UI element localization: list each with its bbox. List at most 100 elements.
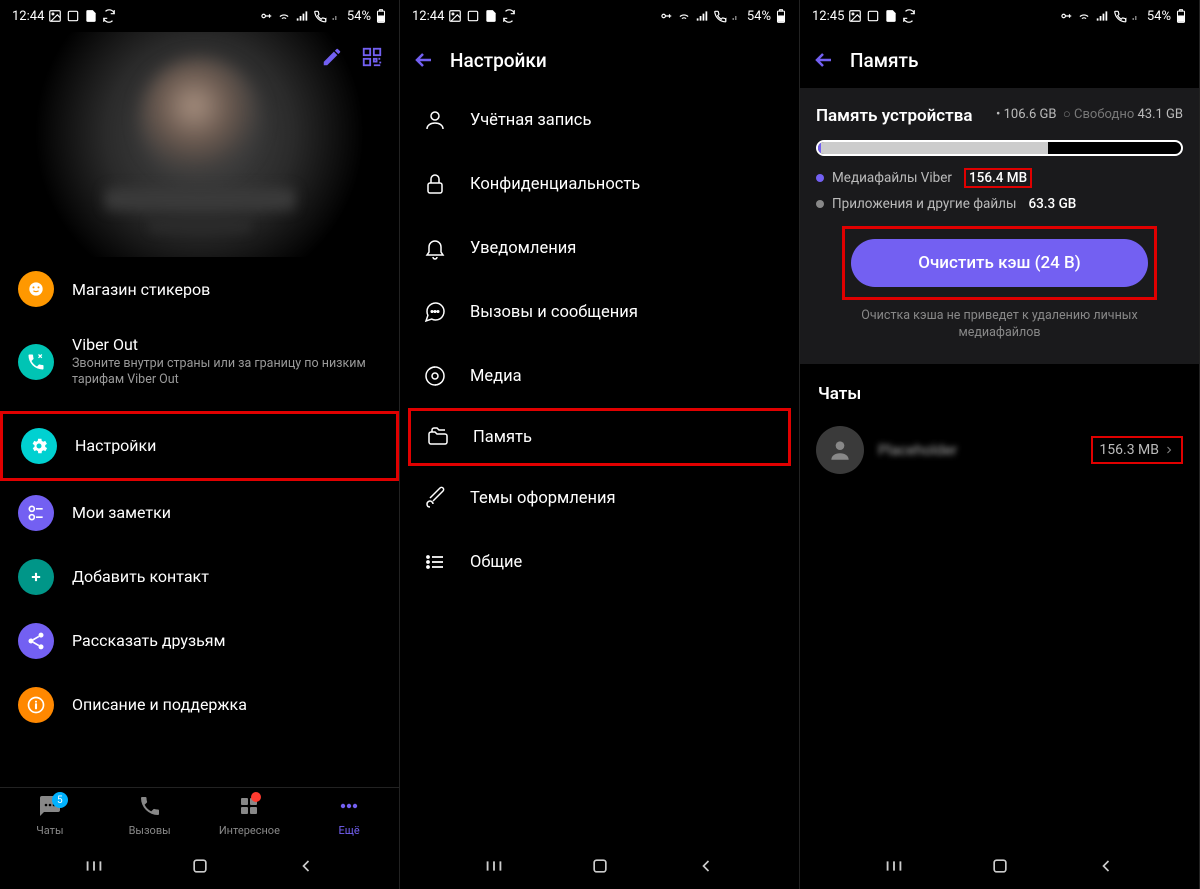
- setting-label: Уведомления: [470, 239, 576, 258]
- device-storage-panel: Память устройства • 106.6 GB ○ Свободно …: [800, 88, 1199, 364]
- volte-icon: [1113, 9, 1127, 23]
- chats-section-header: Чаты: [800, 364, 1199, 412]
- profile-name-blurred: [105, 188, 295, 210]
- vpn-icon: [259, 9, 273, 23]
- menu-add-contact[interactable]: Добавить контакт: [0, 545, 399, 609]
- setting-storage[interactable]: Память: [411, 411, 788, 463]
- phone-icon: [138, 794, 162, 821]
- share-icon: [18, 623, 54, 659]
- signal-icon: [1095, 9, 1109, 23]
- status-bar: 12:44 54%: [0, 0, 399, 32]
- viber-out-icon: [18, 344, 54, 380]
- qr-icon[interactable]: [361, 46, 383, 72]
- nav-more[interactable]: Ещё: [299, 788, 399, 843]
- dots-icon: [337, 794, 361, 821]
- setting-themes[interactable]: Темы оформления: [400, 466, 799, 530]
- profile-handle-blurred: [150, 218, 250, 232]
- viber-media-size-highlighted: 156.4 MB: [964, 168, 1032, 188]
- setting-account[interactable]: Учётная запись: [400, 88, 799, 152]
- menu-sticker-market[interactable]: Магазин стикеров: [0, 257, 399, 321]
- setting-notifications[interactable]: Уведомления: [400, 216, 799, 280]
- legend-apps: Приложения и другие файлы 63.3 GB: [816, 196, 1183, 212]
- page-title: Настройки: [450, 49, 547, 72]
- nav-chats[interactable]: 5 Чаты: [0, 788, 100, 843]
- lock-icon: [422, 172, 448, 196]
- app-bar: Настройки: [400, 32, 799, 88]
- storage-bar: [816, 140, 1183, 156]
- setting-general[interactable]: Общие: [400, 530, 799, 594]
- setting-media[interactable]: Медиа: [400, 344, 799, 408]
- profile-avatar[interactable]: [140, 58, 260, 178]
- profile-header: [0, 32, 399, 257]
- highlight-clear-cache: Очистить кэш (24 B): [842, 226, 1157, 300]
- menu-share[interactable]: Рассказать друзьям: [0, 609, 399, 673]
- add-contact-icon: [18, 559, 54, 595]
- bell-icon: [422, 236, 448, 260]
- menu-label: Описание и поддержка: [72, 695, 381, 714]
- nav-interesting[interactable]: Интересное: [200, 788, 300, 843]
- back-button[interactable]: [1096, 856, 1116, 876]
- edit-icon[interactable]: [321, 46, 343, 72]
- sync-icon: [502, 9, 516, 23]
- recent-apps-button[interactable]: [83, 855, 105, 877]
- nav-label: Чаты: [36, 824, 63, 837]
- menu-my-notes[interactable]: Мои заметки: [0, 481, 399, 545]
- info-icon: [18, 687, 54, 723]
- system-nav: [800, 843, 1199, 889]
- volte-icon: [313, 9, 327, 23]
- wifi-icon: [1077, 9, 1091, 23]
- nav-label: Вызовы: [129, 824, 171, 837]
- clear-cache-button[interactable]: Очистить кэш (24 B): [851, 239, 1148, 287]
- back-button[interactable]: [296, 856, 316, 876]
- menu-viber-out[interactable]: Viber Out Звоните внутри страны или за г…: [0, 321, 399, 403]
- home-button[interactable]: [990, 856, 1010, 876]
- list-icon: [422, 550, 448, 574]
- back-icon[interactable]: [412, 48, 436, 72]
- highlight-storage: Память: [408, 408, 791, 466]
- signal2-icon: [331, 10, 343, 22]
- image-icon: [848, 9, 862, 23]
- highlight-settings: Настройки: [0, 411, 399, 481]
- gallery-icon: [866, 9, 880, 23]
- nav-label: Ещё: [338, 824, 359, 837]
- image-icon: [448, 9, 462, 23]
- page-title: Память: [850, 49, 918, 72]
- menu-label: Мои заметки: [72, 503, 381, 522]
- setting-calls[interactable]: Вызовы и сообщения: [400, 280, 799, 344]
- setting-privacy[interactable]: Конфиденциальность: [400, 152, 799, 216]
- vpn-icon: [1059, 9, 1073, 23]
- battery-pct: 54%: [1147, 9, 1171, 24]
- menu-label: Viber Out: [72, 335, 381, 354]
- system-nav: [0, 843, 399, 889]
- home-button[interactable]: [590, 856, 610, 876]
- image-icon: [48, 9, 62, 23]
- recent-apps-button[interactable]: [483, 855, 505, 877]
- message-icon: [422, 300, 448, 324]
- chat-name-blurred: Placeholder: [878, 441, 1077, 459]
- gallery-icon: [466, 9, 480, 23]
- vpn-icon: [659, 9, 673, 23]
- gallery-icon: [66, 9, 80, 23]
- brush-icon: [422, 486, 448, 510]
- status-bar: 12:45 54%: [800, 0, 1199, 32]
- setting-label: Медиа: [470, 367, 522, 386]
- menu-help[interactable]: Описание и поддержка: [0, 673, 399, 737]
- bottom-nav: 5 Чаты Вызовы Интересное Ещё: [0, 787, 399, 843]
- back-icon[interactable]: [812, 48, 836, 72]
- app-bar: Память: [800, 32, 1199, 88]
- chat-storage-row[interactable]: Placeholder 156.3 MB: [800, 412, 1199, 488]
- home-button[interactable]: [190, 856, 210, 876]
- menu-label: Магазин стикеров: [72, 280, 381, 299]
- menu-settings[interactable]: Настройки: [3, 414, 396, 478]
- system-nav: [400, 843, 799, 889]
- person-icon: [422, 108, 448, 132]
- back-button[interactable]: [696, 856, 716, 876]
- avatar: [816, 426, 864, 474]
- nav-calls[interactable]: Вызовы: [100, 788, 200, 843]
- battery-icon: [1175, 9, 1187, 23]
- setting-label: Конфиденциальность: [470, 175, 640, 194]
- recent-apps-button[interactable]: [883, 855, 905, 877]
- setting-label: Учётная запись: [470, 111, 591, 130]
- wifi-icon: [677, 9, 691, 23]
- status-time: 12:45: [812, 9, 844, 24]
